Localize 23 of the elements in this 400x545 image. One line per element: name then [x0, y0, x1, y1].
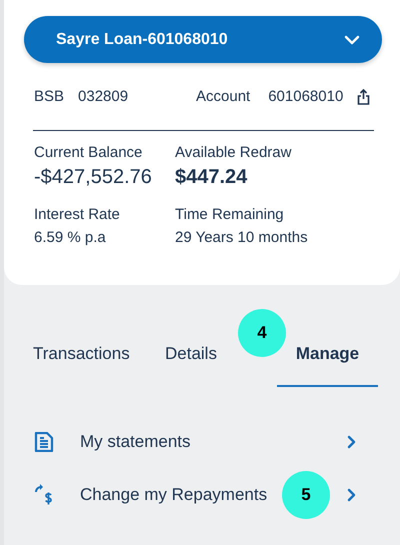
balance-label: Time Remaining — [175, 205, 285, 225]
balance-value: $447.24 — [175, 165, 248, 190]
account-number: 601068010 — [268, 86, 344, 107]
chevron-down-icon — [344, 34, 360, 44]
chevron-right-icon — [347, 488, 356, 502]
balance-label: Available Redraw — [175, 143, 292, 163]
balance-value: -$427,552.76 — [34, 165, 153, 190]
balance-value: 6.59 % p.a — [34, 228, 107, 248]
dollar-refresh-icon — [34, 484, 54, 506]
account-label: Account — [196, 86, 250, 107]
menu-item[interactable]: My statements — [34, 426, 356, 456]
balance-label: Interest Rate — [34, 205, 121, 225]
bsb-label: BSB — [34, 86, 64, 107]
account-selector[interactable]: Sayre Loan-601068010 — [24, 16, 382, 63]
document-icon — [34, 432, 54, 452]
balance-value: 29 Years 10 months — [175, 228, 309, 248]
balance-label: Current Balance — [34, 143, 144, 163]
bsb-number: 032809 — [78, 86, 130, 107]
step-marker: 5 — [282, 471, 330, 519]
share-icon[interactable] — [357, 89, 370, 105]
chevron-right-icon — [347, 434, 356, 448]
step-marker: 4 — [238, 309, 286, 357]
tab[interactable]: Transactions — [33, 337, 165, 386]
